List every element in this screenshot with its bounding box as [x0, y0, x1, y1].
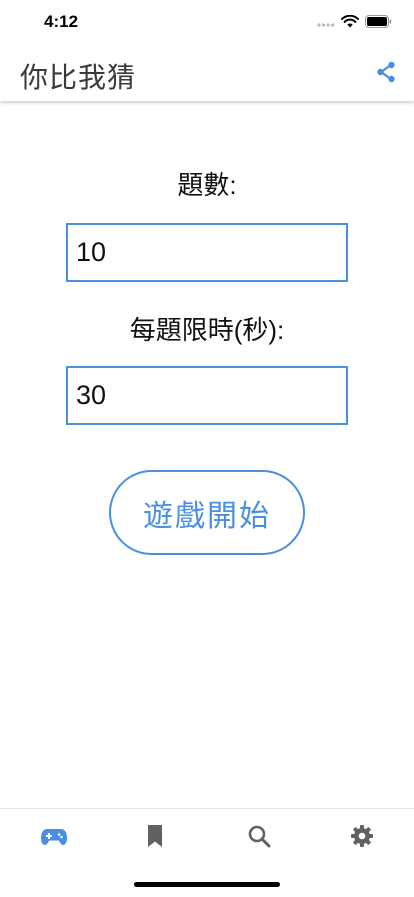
question-count-input[interactable] — [66, 223, 348, 282]
search-icon[interactable] — [247, 823, 271, 849]
bookmark-icon[interactable] — [146, 823, 164, 849]
wifi-icon — [341, 15, 359, 28]
app-title: 你比我猜 — [20, 62, 137, 93]
home-indicator — [134, 882, 280, 887]
status-bar: 4:12 — [0, 0, 414, 44]
time-limit-label: 每題限時(秒): — [129, 315, 285, 345]
share-icon[interactable] — [374, 60, 398, 84]
status-icons — [317, 15, 392, 28]
question-count-label: 題數: — [177, 170, 237, 200]
gamepad-icon[interactable] — [40, 823, 68, 849]
app-bar: 你比我猜 — [0, 44, 414, 101]
start-game-button-label: 遊戲開始 — [143, 499, 271, 533]
status-time: 4:12 — [44, 12, 79, 31]
battery-icon — [365, 15, 392, 28]
signal-icon — [317, 22, 335, 27]
start-game-button[interactable]: 遊戲開始 — [109, 470, 305, 555]
gear-icon[interactable] — [350, 823, 374, 849]
time-limit-input[interactable] — [66, 366, 348, 425]
